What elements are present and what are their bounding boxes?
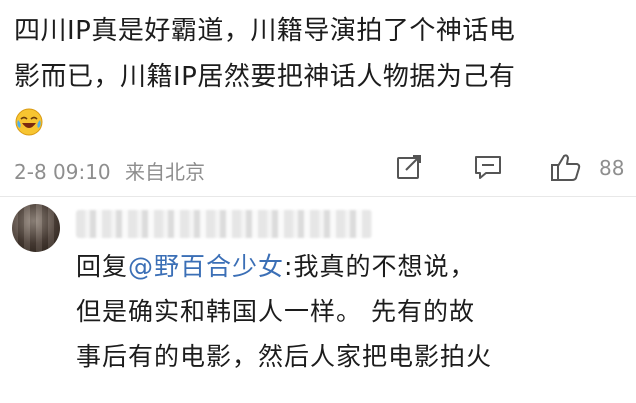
reply-line-1-rest: :我真的不想说， bbox=[284, 252, 476, 281]
reply-body: 回复@野百合少女:我真的不想说， 但是确实和韩国人一样。 先有的故 事后有的电影… bbox=[76, 244, 616, 379]
post-meta: 2-8 09:10 来自北京 bbox=[14, 156, 205, 185]
avatar-blur bbox=[12, 204, 60, 252]
comment-icon[interactable] bbox=[472, 152, 504, 182]
post-body: 四川IP真是好霸道，川籍导演拍了个神话电 影而已，川籍IP居然要把神话人物据为己… bbox=[14, 8, 626, 100]
share-icon[interactable] bbox=[394, 152, 424, 182]
divider bbox=[0, 196, 636, 197]
post-line-1: 四川IP真是好霸道，川籍导演拍了个神话电 bbox=[14, 16, 516, 46]
avatar[interactable] bbox=[12, 204, 60, 252]
post-meta-bar: 2-8 09:10 来自北京 88 bbox=[14, 152, 626, 188]
reply-line-1: 回复@野百合少女:我真的不想说， bbox=[76, 244, 616, 289]
reply-prefix: 回复 bbox=[76, 252, 129, 281]
location-source: 来自北京 bbox=[125, 160, 206, 184]
reply-line-3: 事后有的电影，然后人家把电影拍火 bbox=[76, 342, 493, 371]
username-redacted bbox=[76, 210, 372, 238]
post-line-2: 影而已，川籍IP居然要把神话人物据为己有 bbox=[14, 62, 516, 92]
like-count: 88 bbox=[599, 156, 625, 180]
laugh-cry-emoji-icon bbox=[15, 108, 43, 136]
timestamp: 2-8 09:10 bbox=[14, 160, 111, 184]
mention-link[interactable]: @野百合少女 bbox=[128, 252, 284, 281]
reply-line-2: 但是确实和韩国人一样。 先有的故 bbox=[76, 297, 475, 326]
thumbs-up-icon[interactable] bbox=[549, 152, 583, 184]
